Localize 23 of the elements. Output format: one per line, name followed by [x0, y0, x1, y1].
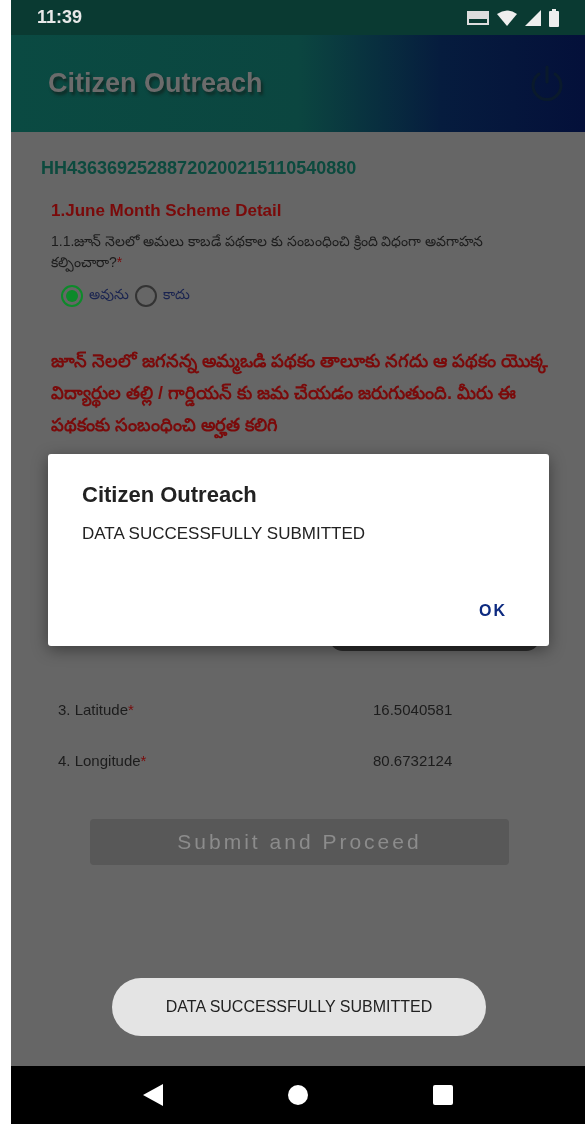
- field-value: 80.6732124: [373, 752, 453, 769]
- field-label: 3. Latitude*: [58, 701, 135, 718]
- section-title: 1.June Month Scheme Detail: [51, 201, 283, 221]
- status-time: 11:39: [37, 7, 84, 28]
- radio-option[interactable]: అవును: [61, 285, 129, 307]
- battery-icon: [549, 8, 559, 27]
- app-title: Citizen Outreach: [48, 68, 264, 99]
- dialog-title: Citizen Outreach: [82, 482, 258, 508]
- question-text: 1.1.జూన్ నెలలో అమలు కాబడే పథకాల కు సంబంధించి క్రింది విధంగా అవగాహన కల్పించారా?*: [51, 232, 485, 273]
- notice-text: జూన్ నెలలో జగనన్న అమ్మఒడి పథకం తాలూకు నగదు ఆ పథకం యొక్క విద్యార్థుల తల్లి / గార్డియన్ కు జమ చేయడం జరుగుతుంది. మీరు ఈ పథకంకు సంబంధించి అర్హత కలిగి: [51, 345, 555, 441]
- volte-icon: [467, 10, 489, 25]
- radio-option[interactable]: కాదు: [135, 285, 190, 307]
- home-icon[interactable]: [288, 1085, 308, 1105]
- field-label: 4. Longitude*: [58, 752, 148, 769]
- wifi-icon: [497, 9, 517, 26]
- field-value: 16.5040581: [373, 701, 453, 718]
- recents-icon[interactable]: [432, 1085, 453, 1105]
- household-id: HH43636925288720200215110540880: [41, 158, 358, 179]
- dialog-message: DATA SUCCESSFULLY SUBMITTED: [82, 524, 367, 544]
- back-icon[interactable]: [143, 1084, 164, 1106]
- ok-button[interactable]: OK: [471, 596, 515, 626]
- toast-message: DATA SUCCESSFULLY SUBMITTED: [112, 978, 486, 1036]
- signal-icon: [525, 9, 541, 26]
